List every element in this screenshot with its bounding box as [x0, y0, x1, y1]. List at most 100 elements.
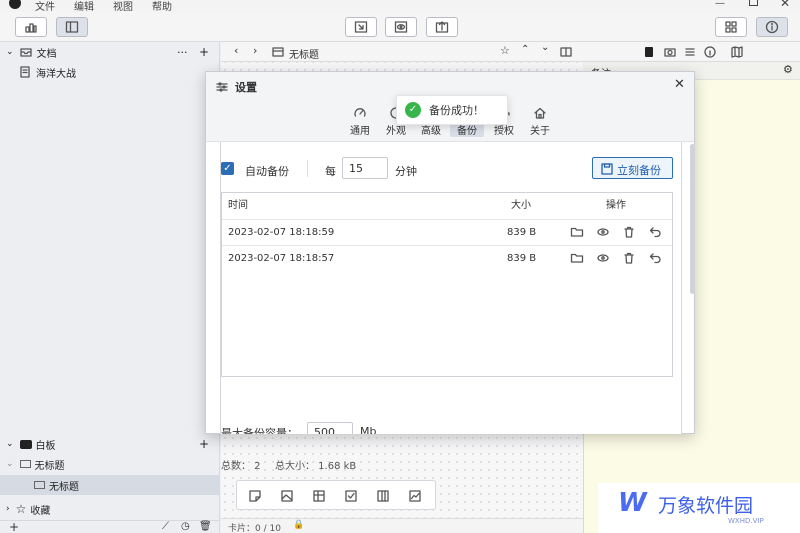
table-row[interactable]: 2023-02-07 18:18:59 839 B — [222, 219, 672, 245]
star-icon: ☆ — [15, 502, 27, 516]
toast-text: 备份成功！ — [429, 104, 484, 117]
minimize-icon[interactable]: — — [715, 0, 725, 9]
more-icon[interactable]: ··· — [177, 46, 188, 59]
chevron-down-icon[interactable]: ⌄ — [6, 439, 14, 449]
tab-appearance-label: 外观 — [386, 126, 406, 137]
home-icon — [534, 107, 546, 119]
trash-icon[interactable] — [622, 225, 636, 239]
folder-icon[interactable] — [570, 225, 584, 239]
interval-value: 15 — [349, 162, 363, 175]
tab-about[interactable]: 关于 — [523, 106, 557, 137]
col-time: 时间 — [228, 200, 248, 211]
forward-icon[interactable]: › — [253, 44, 257, 57]
backup-now-button[interactable]: 立刻备份 — [592, 157, 673, 179]
add-icon[interactable]: + — [9, 520, 19, 533]
add-doc-icon[interactable]: + — [199, 45, 209, 59]
lock-icon: 🔒 — [293, 520, 305, 530]
app-logo-icon — [9, 0, 21, 9]
watermark-domain: WXHD.VIP — [728, 517, 764, 525]
grid-button[interactable] — [715, 17, 747, 37]
eye-icon[interactable] — [596, 225, 610, 239]
checkbox-icon[interactable] — [344, 489, 358, 503]
max-capacity-input[interactable]: 500 — [307, 422, 353, 434]
add-whiteboard-icon[interactable]: + — [199, 437, 209, 451]
restore-icon[interactable] — [648, 225, 662, 239]
sidebar-section-favorites[interactable]: › ☆ 收藏 — [0, 499, 220, 519]
export-button[interactable] — [426, 17, 458, 37]
sticky-note-icon[interactable] — [248, 489, 262, 503]
dialog-scrollbar[interactable] — [690, 144, 695, 294]
chevron-down-icon[interactable]: ⌄ — [541, 42, 549, 53]
chevron-down-icon[interactable]: ⌄ — [6, 47, 14, 57]
chevron-right-icon[interactable]: › — [6, 504, 10, 514]
history-icon[interactable]: ◷ — [181, 521, 190, 532]
sidebar-layout-icon — [65, 21, 79, 33]
watermark-brand: 万象软件园 — [658, 495, 754, 517]
camera-icon[interactable] — [663, 45, 677, 59]
tab-general-label: 通用 — [350, 126, 370, 137]
sidebar-section-whiteboard[interactable]: ⌄ 白板 + — [0, 434, 220, 454]
eye-icon[interactable] — [596, 251, 610, 265]
close-dialog-icon[interactable]: ✕ — [674, 77, 685, 92]
preview-button[interactable] — [385, 17, 417, 37]
info-icon[interactable] — [703, 45, 717, 59]
sidebar-item-whiteboard[interactable]: ⌄ 无标题 — [0, 454, 220, 474]
note-icon[interactable] — [645, 47, 653, 57]
chevron-up-icon[interactable]: ⌃ — [521, 44, 529, 55]
split-view-icon[interactable] — [559, 45, 573, 59]
maximize-icon[interactable] — [749, 0, 758, 6]
close-window-icon[interactable]: ✕ — [780, 0, 790, 10]
row-time: 2023-02-07 18:18:59 — [228, 227, 335, 238]
kanban-icon[interactable] — [376, 489, 390, 503]
stats-button[interactable] — [15, 17, 47, 37]
folder-icon[interactable] — [570, 251, 584, 265]
save-icon — [601, 163, 613, 175]
sidebar-item-whiteboard-child[interactable]: 无标题 — [0, 475, 220, 495]
gauge-icon — [354, 108, 366, 117]
map-icon[interactable] — [730, 45, 744, 59]
card-count: 卡片：0 / 10 — [228, 524, 281, 533]
backup-table: 时间 大小 操作 2023-02-07 18:18:59 839 B 2023-… — [221, 192, 673, 377]
star-icon[interactable]: ☆ — [500, 44, 510, 57]
trash-icon[interactable] — [622, 251, 636, 265]
document-icon — [20, 66, 30, 78]
info-icon — [765, 20, 779, 34]
grid-icon — [725, 21, 737, 33]
export-icon — [435, 21, 449, 33]
list-icon[interactable] — [683, 45, 697, 59]
eye-icon — [394, 21, 408, 33]
whiteboard-icon — [19, 439, 32, 449]
gear-icon[interactable]: ⚙ — [783, 63, 793, 76]
board-icon — [272, 47, 284, 57]
sidebar-item-doc[interactable]: 海洋大战 — [0, 62, 220, 82]
board-icon — [34, 481, 45, 489]
doc-title: 无标题 — [289, 50, 319, 61]
col-size: 大小 — [511, 200, 531, 211]
editor-header: ‹ › 无标题 ☆ ⌃ ⌄ — [221, 42, 583, 62]
success-icon: ✓ — [405, 102, 421, 118]
table-row[interactable]: 2023-02-07 18:18:57 839 B — [222, 245, 672, 271]
fit-view-button[interactable] — [345, 17, 377, 37]
back-icon[interactable]: ‹ — [234, 44, 238, 57]
menu-bar: 文件 编辑 视图 帮助 — ✕ — [0, 0, 800, 13]
wb-subitem-label: 无标题 — [49, 481, 79, 493]
docs-title: 文档 — [36, 48, 57, 60]
table-icon[interactable] — [312, 489, 326, 503]
max-capacity-unit: Mb — [360, 425, 377, 434]
chevron-down-icon[interactable]: ⌄ — [6, 459, 14, 469]
info-button[interactable] — [756, 17, 788, 37]
chart-icon[interactable] — [408, 489, 422, 503]
sidebar-section-docs[interactable]: ⌄ 文档 ··· + — [0, 42, 220, 62]
auto-backup-checkbox[interactable]: ✓ — [221, 162, 234, 175]
image-icon[interactable] — [280, 489, 294, 503]
layout-toggle-button[interactable] — [56, 17, 88, 37]
backup-panel: ✓ 自动备份 每 15 分钟 立刻备份 时间 大小 操作 2023-02-07 … — [220, 142, 682, 472]
restore-icon[interactable] — [648, 251, 662, 265]
interval-input[interactable]: 15 — [342, 157, 388, 179]
tab-general[interactable]: 通用 — [343, 106, 377, 137]
inbox-icon — [19, 48, 32, 57]
trash-icon[interactable]: 🗑 — [199, 521, 212, 532]
trend-icon[interactable]: ⟋ — [162, 521, 169, 532]
card-toolbar — [236, 480, 436, 510]
bar-chart-icon — [25, 23, 37, 33]
